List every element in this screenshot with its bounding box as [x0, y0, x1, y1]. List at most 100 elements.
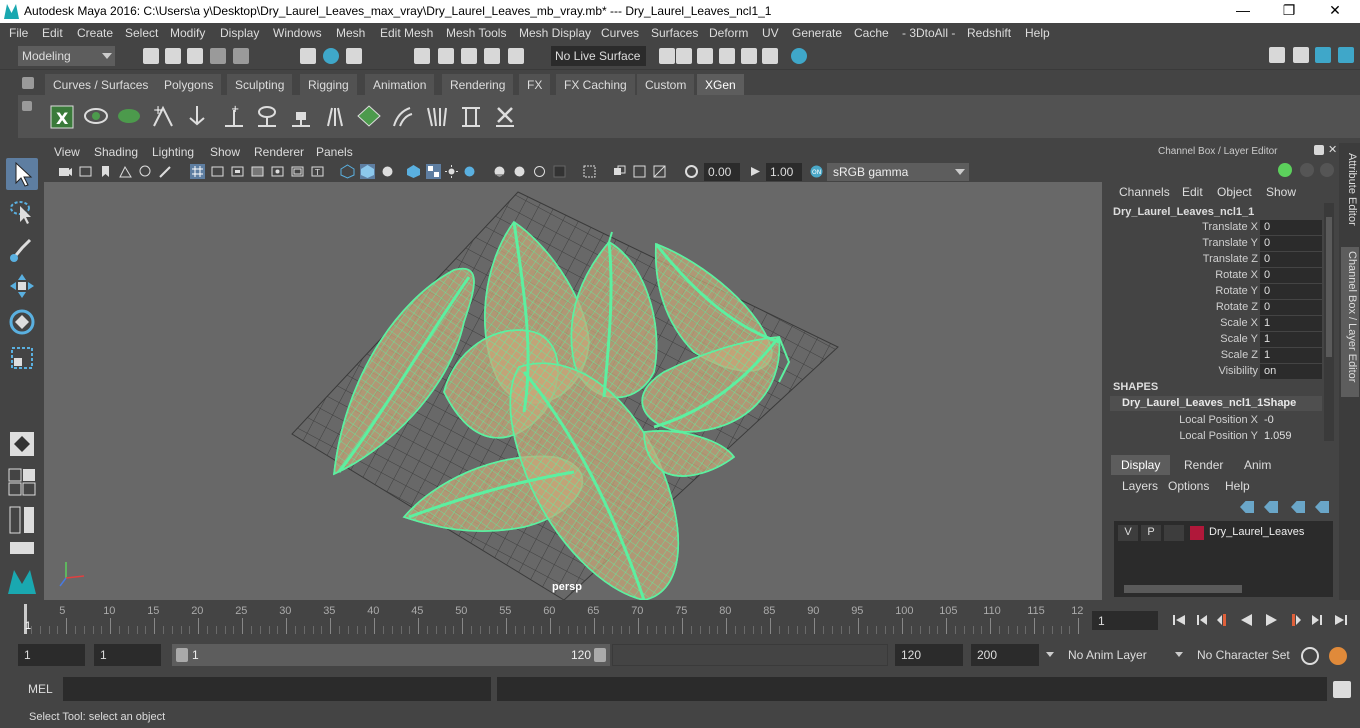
gamma-icon[interactable]	[748, 164, 763, 179]
layer-tab-display[interactable]: Display	[1111, 455, 1171, 475]
play-backwards-icon[interactable]	[1238, 611, 1256, 629]
menu-surfaces[interactable]: Surfaces	[651, 26, 698, 40]
ambient-occlusion-icon[interactable]	[492, 164, 507, 179]
anim-layer-dropdown[interactable]: No Anim Layer	[1060, 644, 1165, 666]
menu-file[interactable]: File	[9, 26, 28, 40]
menu-redshift[interactable]: Redshift	[967, 26, 1011, 40]
tab-fx-caching[interactable]: FX Caching	[556, 74, 635, 95]
render-frame-icon[interactable]	[719, 48, 735, 64]
two-pane-layout-button[interactable]	[6, 504, 38, 536]
channel-box-tab[interactable]: Channel Box / Layer Editor	[1341, 247, 1359, 397]
move-layer-down-icon[interactable]	[1264, 501, 1278, 513]
tool-settings-toggle-icon[interactable]	[1315, 47, 1331, 63]
shelf-options-icon[interactable]	[22, 101, 32, 111]
xgen-guide-visibility-icon[interactable]	[254, 102, 280, 130]
four-pane-layout-button[interactable]	[6, 466, 38, 498]
safe-title-icon[interactable]: T	[310, 164, 325, 179]
scrollbar-thumb[interactable]	[1326, 217, 1332, 357]
xgen-comb-guides-icon[interactable]	[424, 102, 450, 130]
exposure-icon[interactable]	[684, 164, 699, 179]
chevron-down-icon[interactable]	[1175, 652, 1183, 657]
speed-icon[interactable]	[1300, 163, 1314, 177]
object-name[interactable]: Dry_Laurel_Leaves_ncl1_1	[1113, 206, 1254, 218]
script-editor-icon[interactable]	[1333, 681, 1351, 698]
step-back-frame-icon[interactable]	[1193, 611, 1211, 629]
attr-row[interactable]: Translate X0	[1106, 220, 1322, 236]
layer-name[interactable]: Dry_Laurel_Leaves	[1209, 526, 1304, 538]
maximize-button[interactable]: ❐	[1266, 2, 1312, 19]
tab-rigging[interactable]: Rigging	[300, 74, 357, 95]
tab-sculpting[interactable]: Sculpting	[227, 74, 293, 95]
attr-row[interactable]: Scale Y1	[1106, 332, 1322, 348]
channel-box-toggle-icon[interactable]	[1338, 47, 1354, 63]
animation-preferences-icon[interactable]	[1329, 647, 1347, 665]
scale-tool-button[interactable]	[6, 342, 38, 374]
shade-wireframe-icon[interactable]	[380, 164, 395, 179]
xgen-grid-icon[interactable]	[356, 102, 382, 130]
camera-attributes-icon[interactable]	[78, 164, 93, 179]
layers-menu[interactable]: Layers	[1122, 479, 1158, 493]
rotate-tool-button[interactable]	[6, 306, 38, 338]
range-end-handle[interactable]	[594, 648, 606, 662]
layer-list-scrollbar[interactable]	[1114, 583, 1333, 595]
xray-components-icon[interactable]	[652, 164, 667, 179]
exposure-field[interactable]: 0.00	[704, 163, 740, 181]
select-object-icon[interactable]	[323, 48, 339, 64]
menu-3dtoall[interactable]: - 3DtoAll -	[902, 26, 955, 40]
tab-curves-surfaces[interactable]: Curves / Surfaces	[45, 74, 157, 95]
resolution-gate-icon[interactable]	[230, 164, 245, 179]
menu-mesh[interactable]: Mesh	[336, 26, 365, 40]
grid-toggle-icon[interactable]	[190, 164, 205, 179]
script-language-toggle[interactable]: MEL	[28, 682, 53, 696]
xgen-sculpt-guides-icon[interactable]	[322, 102, 348, 130]
tab-fx[interactable]: FX	[519, 74, 551, 95]
layer-tab-render[interactable]: Render	[1174, 455, 1233, 475]
move-tool-button[interactable]	[6, 270, 38, 302]
textured-icon[interactable]	[406, 164, 421, 179]
tab-polygons[interactable]: Polygons	[156, 74, 222, 95]
menu-curves[interactable]: Curves	[601, 26, 639, 40]
xgen-rebuild-guides-icon[interactable]	[458, 102, 484, 130]
shape-attr-row[interactable]: Local Position Y 1.059	[1106, 429, 1322, 445]
new-scene-icon[interactable]	[143, 48, 159, 64]
xgen-editor-icon[interactable]: X	[49, 102, 75, 130]
range-slider[interactable]: 1 120	[172, 644, 610, 666]
viewport-menu-panels[interactable]: Panels	[316, 145, 353, 159]
layer-help-menu[interactable]: Help	[1225, 479, 1250, 493]
menu-deform[interactable]: Deform	[709, 26, 748, 40]
time-slider[interactable]: 5 10 15 20 25 30 35 40 45 50 55 60 65 70 75 80 85 90 95 100…	[18, 604, 1086, 634]
bookmark-icon[interactable]	[98, 164, 113, 179]
shape-name[interactable]: Dry_Laurel_Leaves_ncl1_1Shape	[1110, 396, 1322, 411]
attribute-editor-toggle-icon[interactable]	[1293, 47, 1309, 63]
image-plane-icon[interactable]	[118, 164, 133, 179]
xgen-add-guide-icon[interactable]: +	[150, 102, 176, 130]
tab-animation[interactable]: Animation	[365, 74, 435, 95]
chevron-down-icon[interactable]	[1046, 652, 1054, 657]
close-panel-icon[interactable]: ✕	[1328, 145, 1338, 156]
playback-end-field[interactable]: 120	[895, 644, 963, 666]
menu-uv[interactable]: UV	[762, 26, 779, 40]
view-transform-dropdown[interactable]: sRGB gamma	[827, 163, 969, 181]
outliner-layout-button[interactable]	[6, 540, 38, 556]
field-chart-icon[interactable]	[270, 164, 285, 179]
move-layer-up-icon[interactable]	[1240, 501, 1254, 513]
xgen-lock-guide-icon[interactable]	[288, 102, 314, 130]
hypershade-icon[interactable]	[791, 48, 807, 64]
menu-set-dropdown[interactable]: Modeling	[18, 46, 115, 66]
attr-row[interactable]: Translate Z0	[1106, 252, 1322, 268]
xray-joints-icon[interactable]	[632, 164, 647, 179]
animation-end-field[interactable]: 200	[971, 644, 1039, 666]
attr-row[interactable]: Rotate Z0	[1106, 300, 1322, 316]
single-pane-layout-button[interactable]	[6, 428, 38, 460]
perspective-viewport[interactable]: persp	[44, 182, 1102, 600]
cb-edit-menu[interactable]: Edit	[1182, 185, 1203, 199]
layer-playback-toggle[interactable]: P	[1141, 525, 1161, 541]
step-back-key-icon[interactable]	[1215, 611, 1233, 629]
depth-of-field-icon[interactable]	[552, 164, 567, 179]
menu-windows[interactable]: Windows	[273, 26, 322, 40]
color-management-icon[interactable]: ON	[809, 164, 824, 179]
2d-pan-zoom-icon[interactable]	[138, 164, 153, 179]
motion-blur-icon[interactable]	[512, 164, 527, 179]
float-panel-icon[interactable]	[1314, 145, 1324, 155]
snap-live-icon[interactable]	[508, 48, 524, 64]
